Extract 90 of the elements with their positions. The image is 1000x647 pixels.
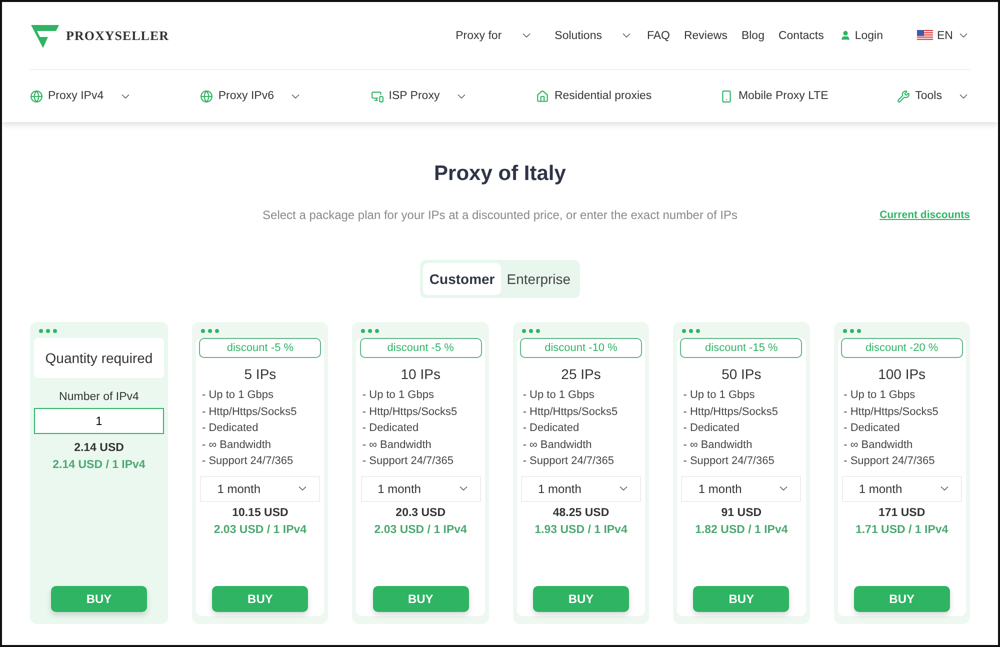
user-icon <box>840 30 851 41</box>
feature-text: - ∞ Bandwidth <box>522 438 593 452</box>
dots-icon <box>842 328 862 334</box>
unit-price: 1.71 USD / 1 IPv4 <box>855 524 948 536</box>
plan-name: 100 IPs <box>878 366 926 382</box>
nav-link[interactable]: FAQ <box>646 30 670 42</box>
wrench-icon <box>897 90 910 102</box>
product-menu-item[interactable]: Mobile Proxy LTE <box>720 90 828 102</box>
logo-icon <box>30 22 60 48</box>
page-title: Proxy of Italy <box>434 162 566 186</box>
product-menu-item[interactable]: ISP Proxy <box>370 90 468 102</box>
unit-price: 1.93 USD / 1 IPv4 <box>534 524 628 536</box>
dots-icon <box>200 328 220 334</box>
unit-price: 2.03 USD / 1 IPv4 <box>374 524 467 536</box>
feature-text: - Support 24/7/365 <box>522 454 615 468</box>
feature-text: - Http/Https/Socks5 <box>202 404 298 419</box>
quantity-heading: Quantity required <box>34 338 164 378</box>
nav-link[interactable]: Proxy for <box>456 29 533 42</box>
product-menu-item[interactable]: Residential proxies <box>536 90 652 102</box>
language-select[interactable]: EN <box>917 29 970 42</box>
feature-text: - Dedicated <box>844 421 901 436</box>
feature-text: - Support 24/7/365 <box>844 454 936 468</box>
house-icon <box>536 90 550 102</box>
feature-text: - Up to 1 Gbps <box>522 388 596 402</box>
period-select[interactable]: 1 month <box>681 476 802 502</box>
total-price: 20.3 USD <box>396 506 446 518</box>
discount-badge: discount -5 % <box>199 338 322 358</box>
dots-icon <box>681 328 702 334</box>
discount-badge: discount -20 % <box>840 338 963 358</box>
feature-text: - Dedicated <box>522 421 580 436</box>
discount-badge: discount -10 % <box>520 338 642 358</box>
discount-badge: discount -5 % <box>360 338 482 358</box>
total-price: 171 USD <box>878 506 926 518</box>
total-price: 48.25 USD <box>552 506 610 518</box>
nav-link[interactable]: Reviews <box>684 30 728 42</box>
unit-price: 2.14 USD / 1 IPv4 <box>52 459 146 471</box>
brand-name: PROXYSELLER <box>66 28 170 44</box>
language-label: EN <box>937 30 953 42</box>
feature-text: - Http/Https/Socks5 <box>522 404 619 419</box>
nav-link[interactable]: Contacts <box>778 30 824 42</box>
feature-text: - Up to 1 Gbps <box>202 388 275 402</box>
unit-price: 1.82 USD / 1 IPv4 <box>695 524 788 536</box>
page-subtitle: Select a package plan for your IPs at a discounted price, or enter the exact number of IPs <box>262 208 738 222</box>
plan-name: 10 IPs <box>400 366 440 382</box>
feature-text: - Dedicated <box>362 421 420 436</box>
feature-text: - Up to 1 Gbps <box>844 388 916 402</box>
quantity-input[interactable]: 1 <box>34 408 164 434</box>
nav-link[interactable]: Solutions <box>554 29 633 42</box>
product-menu-item[interactable]: Tools <box>897 90 970 102</box>
dots-icon <box>360 328 380 334</box>
dots-icon <box>520 328 541 334</box>
plan-name: 25 IPs <box>561 366 601 382</box>
feature-text: - ∞ Bandwidth <box>844 438 914 452</box>
discount-badge: discount -15 % <box>680 338 802 358</box>
plan-type-tab[interactable]: Customer <box>423 263 501 295</box>
feature-text: - Dedicated <box>683 421 740 436</box>
plan-name: 50 IPs <box>722 366 762 382</box>
feature-text: - Support 24/7/365 <box>683 454 776 468</box>
feature-text: - Http/Https/Socks5 <box>362 404 458 419</box>
feature-text: - Http/Https/Socks5 <box>683 404 779 419</box>
login-link[interactable]: Login <box>840 30 884 42</box>
phone-icon <box>720 90 734 102</box>
globe-icon <box>200 90 214 102</box>
feature-text: - ∞ Bandwidth <box>202 438 272 452</box>
product-menu-item[interactable]: Proxy IPv6 <box>200 90 302 102</box>
dots-icon <box>38 328 58 334</box>
product-menu-item[interactable]: Proxy IPv4 <box>30 90 132 102</box>
feature-text: - Support 24/7/365 <box>362 454 455 468</box>
monitor-icon <box>370 90 384 102</box>
feature-text: - ∞ Bandwidth <box>362 438 432 452</box>
globe-icon <box>30 90 43 102</box>
period-select[interactable]: 1 month <box>360 476 481 502</box>
flag-icon <box>917 30 934 41</box>
feature-text: - Http/Https/Socks5 <box>844 404 940 419</box>
feature-text: - Up to 1 Gbps <box>683 388 756 402</box>
nav-link[interactable]: Blog <box>741 30 764 42</box>
feature-text: - Dedicated <box>202 421 260 436</box>
total-price: 10.15 USD <box>232 506 288 518</box>
unit-price: 2.03 USD / 1 IPv4 <box>214 524 307 536</box>
plan-name: 5 IPs <box>244 366 276 382</box>
period-select[interactable]: 1 month <box>842 476 962 502</box>
field-label: Number of IPv4 <box>59 391 139 403</box>
period-select[interactable]: 1 month <box>200 476 320 502</box>
feature-text: - Support 24/7/365 <box>202 454 294 468</box>
total-price: 2.14 USD <box>74 442 124 454</box>
plan-type-tab[interactable]: Enterprise <box>500 263 577 295</box>
feature-text: - Up to 1 Gbps <box>362 388 435 402</box>
total-price: 91 USD <box>721 506 762 518</box>
feature-text: - ∞ Bandwidth <box>683 438 754 452</box>
period-select[interactable]: 1 month <box>521 476 642 502</box>
